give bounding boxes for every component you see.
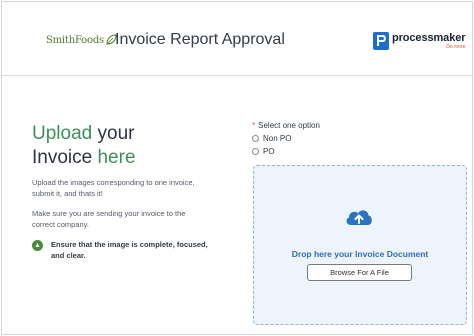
required-label-text: Select one option [258, 121, 320, 130]
radio-po-label[interactable]: PO [263, 147, 275, 156]
hero-your: your [92, 123, 135, 144]
processmaker-name: processmaker [392, 31, 466, 44]
browse-file-button[interactable]: Browse For A File [307, 264, 412, 281]
drop-text: Drop here your Invoice Document [291, 249, 429, 259]
header: SmithFoods Invoice Report Approval proce… [2, 2, 472, 76]
processmaker-tagline: Do more [446, 43, 466, 50]
smithfoods-logo: SmithFoods [46, 34, 117, 46]
intro-paragraph-1: Upload the images corresponding to one i… [32, 178, 195, 198]
tip-icon: ▲ [32, 240, 43, 251]
processmaker-logo: processmaker Do more [373, 31, 466, 50]
smithfoods-logo-text: SmithFoods [46, 34, 104, 46]
radio-option-non-po[interactable]: Non PO [252, 134, 320, 143]
intro-paragraph-2: Make sure you are sending your invoice t… [32, 209, 186, 229]
required-asterisk: * [252, 121, 256, 130]
radio-option-po[interactable]: PO [252, 147, 320, 156]
page-title: Invoice Report Approval [115, 31, 285, 48]
file-dropzone[interactable]: Drop here your Invoice Document Browse F… [253, 165, 467, 325]
tip-callout: ▲ Ensure that the image is complete, foc… [32, 239, 212, 261]
hero-upload: Upload [32, 123, 93, 144]
hero-here: here [97, 147, 136, 168]
radio-non-po[interactable] [252, 135, 259, 142]
app-frame: SmithFoods Invoice Report Approval proce… [1, 1, 473, 335]
processmaker-logo-icon [373, 32, 389, 50]
radio-non-po-label[interactable]: Non PO [263, 134, 291, 143]
intro-heading: Upload your Invoice here [32, 122, 222, 170]
required-label: * Select one option [252, 121, 320, 130]
hero-invoice: Invoice [32, 147, 98, 168]
tip-text: Ensure that the image is complete, focus… [51, 240, 208, 260]
cloud-upload-icon [346, 210, 372, 225]
radio-po[interactable] [252, 148, 259, 155]
po-option-group: * Select one option Non PO PO [252, 121, 320, 156]
